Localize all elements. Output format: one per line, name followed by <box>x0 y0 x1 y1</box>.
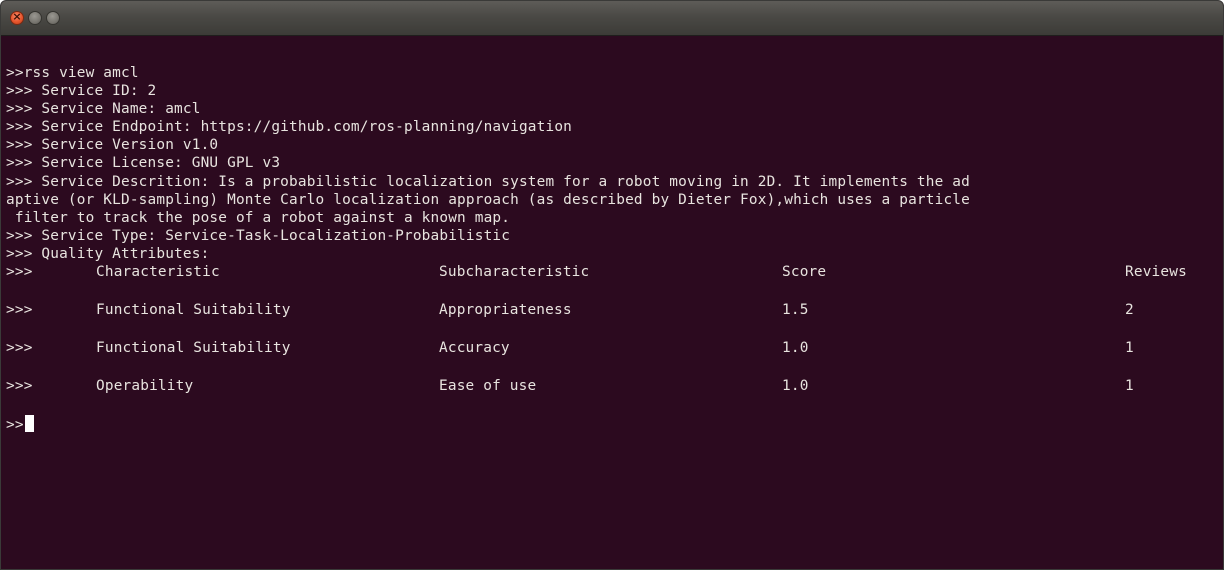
cell-score: 1.0 <box>782 340 809 357</box>
close-icon[interactable]: × <box>10 10 24 25</box>
prompt-marker: >>> <box>6 340 33 357</box>
terminal-line: >>> Quality Attributes: <box>6 245 210 262</box>
command-input-line[interactable]: >> <box>6 415 1223 433</box>
cell-subcharacteristic: Accuracy <box>439 340 510 357</box>
header-reviews: Reviews <box>1125 264 1187 281</box>
terminal-line: >>> Service Name: amcl <box>6 101 201 118</box>
table-row: >>> Functional Suitability Appropriatene… <box>6 301 1223 319</box>
terminal-window: × >>rss view amcl >>> Service ID: 2 >>> … <box>0 0 1224 570</box>
header-characteristic: Characteristic <box>96 264 220 281</box>
cell-subcharacteristic: Ease of use <box>439 378 537 395</box>
cell-reviews: 1 <box>1125 378 1134 395</box>
header-score: Score <box>782 264 827 281</box>
title-bar[interactable]: × <box>1 1 1223 36</box>
cell-characteristic: Operability <box>96 378 194 395</box>
table-row: >>> Functional Suitability Accuracy 1.0 … <box>6 339 1223 357</box>
cell-reviews: 2 <box>1125 302 1134 319</box>
text-cursor <box>24 415 34 433</box>
terminal-line: >>> Service Descrition: Is a probabilist… <box>6 173 970 190</box>
cell-characteristic: Functional Suitability <box>96 340 291 357</box>
terminal-line: >>> Service Version v1.0 <box>6 137 219 154</box>
terminal-output[interactable]: >>rss view amcl >>> Service ID: 2 >>> Se… <box>1 36 1223 569</box>
quality-table-header: >>> Characteristic Subcharacteristic Sco… <box>6 263 1223 281</box>
minimize-icon[interactable] <box>28 11 42 25</box>
cell-score: 1.0 <box>782 378 809 395</box>
header-subcharacteristic: Subcharacteristic <box>439 264 590 281</box>
terminal-line: filter to track the pose of a robot agai… <box>6 209 511 226</box>
table-row: >>> Operability Ease of use 1.0 1 <box>6 377 1223 395</box>
maximize-icon[interactable] <box>46 11 60 25</box>
terminal-line: >>> Service Type: Service-Task-Localizat… <box>6 227 511 244</box>
cell-score: 1.5 <box>782 302 809 319</box>
cell-characteristic: Functional Suitability <box>96 302 291 319</box>
prompt-marker: >>> <box>6 302 33 319</box>
terminal-line: >>> Service Endpoint: https://github.com… <box>6 119 573 136</box>
terminal-line: >>rss view amcl <box>6 65 139 81</box>
cell-subcharacteristic: Appropriateness <box>439 302 572 319</box>
prompt-marker: >>> <box>6 378 33 395</box>
terminal-line: >>> Service License: GNU GPL v3 <box>6 155 281 172</box>
cell-reviews: 1 <box>1125 340 1134 357</box>
prompt-marker: >>> <box>6 264 33 281</box>
terminal-line: aptive (or KLD-sampling) Monte Carlo loc… <box>6 191 970 208</box>
terminal-line: >>> Service ID: 2 <box>6 83 157 100</box>
input-prompt: >> <box>6 417 24 434</box>
